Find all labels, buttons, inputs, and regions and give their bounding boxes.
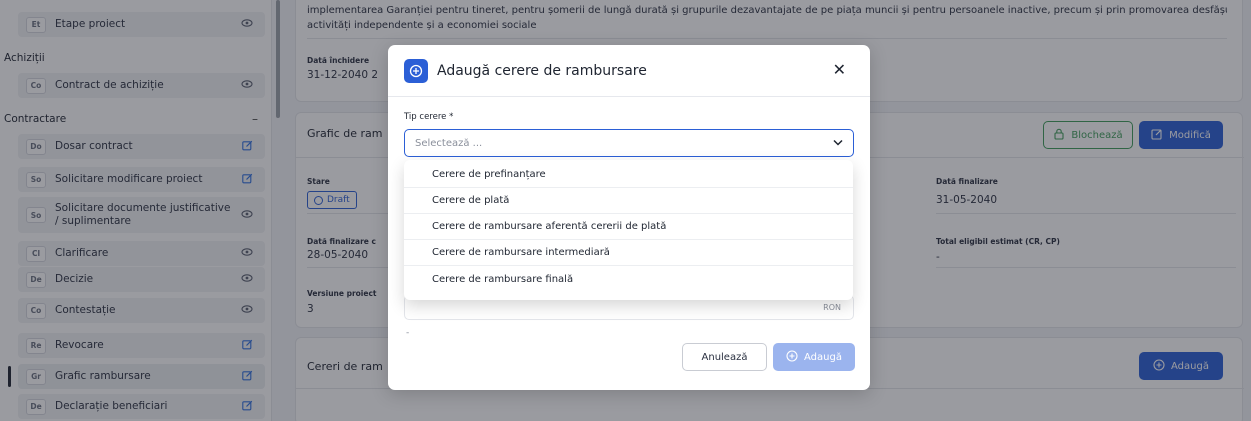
tip-cerere-select[interactable]: Selectează ... — [404, 129, 854, 157]
option-rambursare-finala[interactable]: Cerere de rambursare finală — [404, 266, 853, 292]
plus-circle-icon — [404, 58, 428, 83]
tip-cerere-label: Tip cerere * — [404, 112, 454, 122]
option-plata[interactable]: Cerere de plată — [404, 188, 853, 214]
option-rambursare-aferenta[interactable]: Cerere de rambursare aferentă cererii de… — [404, 214, 853, 240]
plus-circle-icon — [786, 349, 798, 365]
select-placeholder: Selectează ... — [415, 137, 483, 149]
modal-header: Adaugă cerere de rambursare ✕ — [388, 45, 870, 97]
add-button[interactable]: Adaugă — [773, 343, 855, 371]
option-prefinantare[interactable]: Cerere de prefinanțare — [404, 162, 853, 188]
close-icon[interactable]: ✕ — [833, 62, 846, 78]
cancel-button[interactable]: Anulează — [682, 343, 767, 371]
chevron-down-icon[interactable] — [833, 138, 843, 149]
currency-label: RON — [823, 303, 841, 312]
modal-title: Adaugă cerere de rambursare — [437, 62, 647, 79]
amount-hint: - — [406, 328, 410, 338]
option-rambursare-intermediara[interactable]: Cerere de rambursare intermediară — [404, 240, 853, 266]
tip-cerere-options: Cerere de prefinanțare Cerere de plată C… — [404, 160, 853, 300]
add-button-label: Adaugă — [804, 351, 842, 363]
